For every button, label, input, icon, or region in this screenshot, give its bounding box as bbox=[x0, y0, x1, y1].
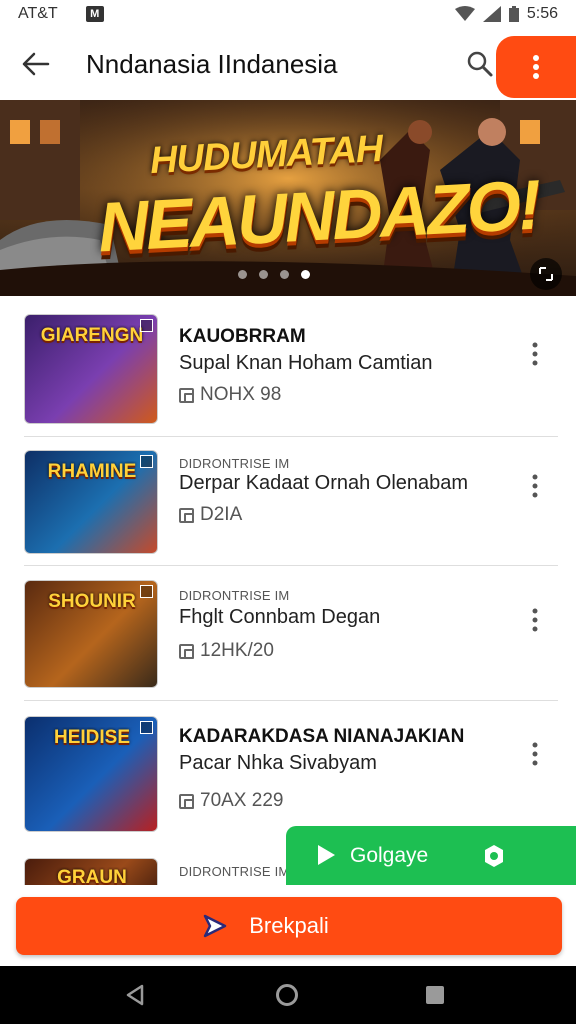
fullscreen-button[interactable] bbox=[530, 258, 562, 290]
carousel-dot[interactable] bbox=[238, 270, 247, 279]
app-bar: Nndanasia IIndanesia bbox=[0, 28, 576, 100]
overflow-menu-button[interactable] bbox=[496, 36, 576, 98]
play-icon bbox=[318, 845, 335, 865]
item-meta: 70AX 229 bbox=[179, 790, 283, 812]
nav-back-icon[interactable] bbox=[124, 984, 146, 1006]
carousel-dot-active[interactable] bbox=[301, 270, 310, 279]
carousel-indicator bbox=[238, 270, 310, 279]
more-vert-icon bbox=[532, 742, 538, 766]
item-more-button[interactable] bbox=[520, 334, 550, 374]
page-title: Nndanasia IIndanesia bbox=[86, 48, 338, 79]
list-item[interactable]: HEIDISE KADARAKDASA NIANAJAKIAN Pacar Nh… bbox=[0, 706, 576, 832]
item-meta: NOHX 98 bbox=[179, 384, 281, 406]
item-more-button[interactable] bbox=[520, 600, 550, 640]
game-thumbnail[interactable]: RHAMINE bbox=[24, 450, 158, 554]
item-meta-text: D2IA bbox=[200, 504, 243, 525]
list-item[interactable]: SHOUNIR DIDRONTRISE IM Fhglt Connbam Deg… bbox=[0, 572, 576, 698]
meta-icon bbox=[179, 793, 194, 809]
thumbnail-title: SHOUNIR bbox=[48, 591, 136, 612]
primary-action-label: Brekpali bbox=[249, 913, 329, 938]
thumbnail-badge-icon bbox=[140, 721, 153, 734]
item-meta: 12HK/20 bbox=[179, 640, 274, 662]
meta-icon bbox=[179, 507, 194, 523]
item-subtitle: Pacar Nhka Sivabyam bbox=[179, 752, 377, 774]
item-overline: DIDRONTRISE IM bbox=[179, 864, 290, 879]
meta-icon bbox=[179, 643, 194, 659]
item-overline: DIDRONTRISE IM bbox=[179, 588, 290, 603]
item-title: KADARAKDASA NIANAJAKIAN bbox=[179, 726, 465, 747]
more-vert-icon bbox=[532, 342, 538, 366]
more-vert-icon bbox=[532, 608, 538, 632]
bottom-action-bar: Brekpali bbox=[0, 885, 576, 965]
item-title: KAUOBRRAM bbox=[179, 326, 306, 347]
wifi-icon bbox=[454, 6, 475, 21]
item-subtitle: Fhglt Connbam Degan bbox=[179, 606, 381, 628]
list-item[interactable]: RHAMINE DIDRONTRISE IM Derpar Kadaat Orn… bbox=[0, 442, 576, 568]
back-arrow-icon bbox=[22, 52, 50, 76]
clock-label: 5:56 bbox=[526, 5, 558, 22]
thumbnail-title: GRAUN bbox=[57, 867, 127, 886]
system-navigation-bar bbox=[0, 966, 576, 1024]
meta-icon bbox=[179, 387, 194, 403]
carrier-label: AT&T bbox=[18, 5, 58, 22]
game-thumbnail[interactable]: HEIDISE bbox=[24, 716, 158, 832]
more-vert-icon bbox=[532, 474, 538, 498]
divider bbox=[24, 700, 558, 701]
divider bbox=[24, 565, 558, 566]
more-vert-icon bbox=[533, 55, 539, 79]
thumbnail-title: RHAMINE bbox=[47, 461, 137, 482]
item-subtitle: Supal Knan Hoham Camtian bbox=[179, 352, 433, 374]
search-icon bbox=[467, 51, 493, 77]
list-item[interactable]: GIARENGN KAUOBRRAM Supal Knan Hoham Camt… bbox=[0, 306, 576, 432]
thumbnail-badge-icon bbox=[140, 455, 153, 468]
thumbnail-badge-icon bbox=[140, 319, 153, 332]
thumbnail-badge-icon bbox=[140, 585, 153, 598]
back-button[interactable] bbox=[0, 28, 72, 100]
item-meta-text: 70AX 229 bbox=[200, 790, 284, 811]
game-thumbnail[interactable]: GIARENGN bbox=[24, 314, 158, 424]
item-meta-text: 12HK/20 bbox=[200, 640, 274, 661]
battery-icon bbox=[508, 6, 519, 22]
item-more-button[interactable] bbox=[520, 734, 550, 774]
item-meta-text: NOHX 98 bbox=[200, 384, 282, 405]
item-meta: D2IA bbox=[179, 504, 242, 526]
primary-action-button[interactable]: Brekpali bbox=[16, 897, 562, 955]
divider bbox=[24, 436, 558, 437]
game-thumbnail[interactable]: SHOUNIR bbox=[24, 580, 158, 688]
signal-icon bbox=[482, 6, 501, 22]
fullscreen-icon bbox=[539, 267, 553, 281]
item-overline: DIDRONTRISE IM bbox=[179, 456, 290, 471]
carousel-dot[interactable] bbox=[280, 270, 289, 279]
featured-banner[interactable]: HUDUMATAH NEAUNDAZO! bbox=[0, 100, 576, 296]
thumbnail-title: HEIDISE bbox=[53, 727, 131, 748]
nav-recent-icon[interactable] bbox=[426, 986, 444, 1004]
nav-home-icon[interactable] bbox=[276, 984, 298, 1006]
notification-badge-icon: M bbox=[85, 6, 104, 22]
item-more-button[interactable] bbox=[520, 466, 550, 506]
thumbnail-title: GIARENGN bbox=[40, 325, 144, 346]
item-subtitle: Derpar Kadaat Ornah Olenabam bbox=[179, 472, 469, 494]
play-button-label: Golgaye bbox=[350, 844, 429, 867]
send-icon bbox=[203, 914, 227, 938]
gear-icon bbox=[485, 845, 503, 867]
game-thumbnail[interactable]: GRAUN bbox=[24, 858, 158, 886]
carousel-dot[interactable] bbox=[259, 270, 268, 279]
status-bar: AT&T M 5:56 bbox=[0, 0, 576, 28]
play-button[interactable]: Golgaye bbox=[286, 826, 576, 886]
